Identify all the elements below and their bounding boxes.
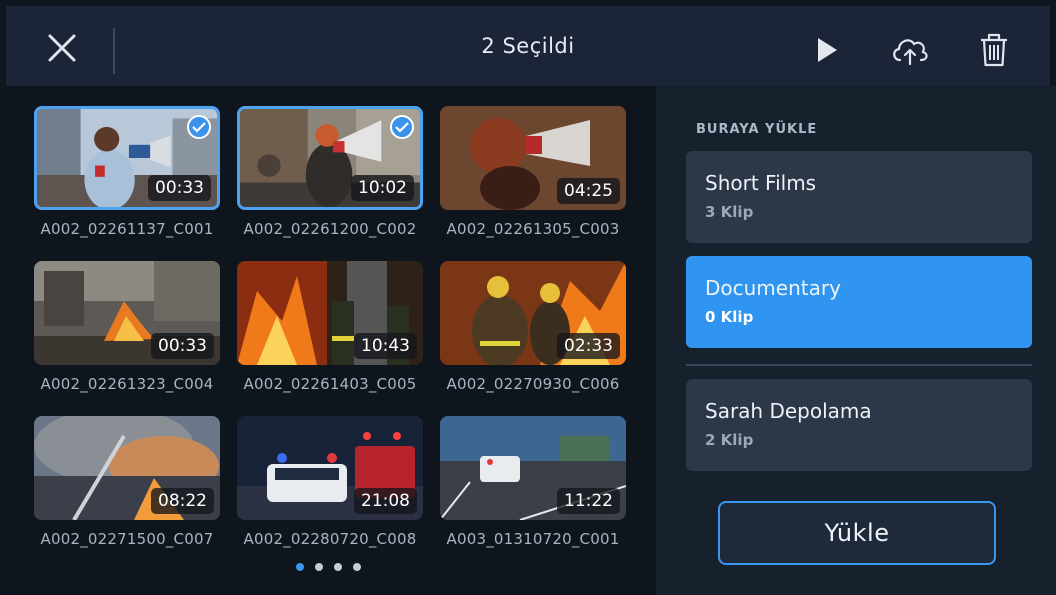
destination-sarah-depolama[interactable]: Sarah Depolama 2 Klip xyxy=(686,379,1032,471)
clip-name: A002_02261305_C003 xyxy=(446,220,620,238)
clip-thumbnail[interactable]: 00:33 xyxy=(34,261,220,365)
clip-name: A002_02261200_C002 xyxy=(243,220,417,238)
selected-check-icon xyxy=(187,115,211,139)
selected-check-icon xyxy=(390,115,414,139)
section-label: BURAYA YÜKLE xyxy=(696,122,818,137)
clip-duration: 02:33 xyxy=(557,333,620,359)
destination-count: 3 Klip xyxy=(705,203,754,221)
clip-duration: 10:43 xyxy=(354,333,417,359)
destination-name: Sarah Depolama xyxy=(705,399,872,423)
clip-thumbnail[interactable]: 08:22 xyxy=(34,416,220,520)
clip-duration: 00:33 xyxy=(148,175,211,201)
clip-name: A002_02261403_C005 xyxy=(243,375,417,393)
trash-icon[interactable] xyxy=(972,28,1016,72)
clip-name: A002_02270930_C006 xyxy=(446,375,620,393)
clip-thumbnail[interactable]: 10:43 xyxy=(237,261,423,365)
destination-documentary[interactable]: Documentary 0 Klip xyxy=(686,256,1032,348)
clip-duration: 10:02 xyxy=(351,175,414,201)
clip-thumbnail[interactable]: 04:25 xyxy=(440,106,626,210)
destination-count: 2 Klip xyxy=(705,431,754,449)
page-indicator xyxy=(296,563,366,571)
cloud-upload-icon[interactable] xyxy=(888,28,932,72)
destination-count: 0 Klip xyxy=(705,308,754,326)
page-dot[interactable] xyxy=(296,563,304,571)
clip-duration: 08:22 xyxy=(151,488,214,514)
destination-short-films[interactable]: Short Films 3 Klip xyxy=(686,151,1032,243)
page-dot[interactable] xyxy=(353,563,361,571)
destination-name: Short Films xyxy=(705,171,817,195)
clip-thumbnail[interactable]: 10:02 xyxy=(237,106,423,210)
clip-name: A002_02261323_C004 xyxy=(40,375,214,393)
clip-duration: 21:08 xyxy=(354,488,417,514)
page-dot[interactable] xyxy=(315,563,323,571)
clip-thumbnail[interactable]: 21:08 xyxy=(237,416,423,520)
play-icon[interactable] xyxy=(804,28,848,72)
clip-name: A002_02271500_C007 xyxy=(40,530,214,548)
clip-thumbnail[interactable]: 00:33 xyxy=(34,106,220,210)
top-bar: 2 Seçildi xyxy=(6,6,1050,86)
clip-thumbnail[interactable]: 02:33 xyxy=(440,261,626,365)
divider xyxy=(686,364,1032,366)
clip-name: A002_02261137_C001 xyxy=(40,220,214,238)
clip-name: A002_02280720_C008 xyxy=(243,530,417,548)
clip-duration: 04:25 xyxy=(557,178,620,204)
page-dot[interactable] xyxy=(334,563,342,571)
destination-name: Documentary xyxy=(705,276,841,300)
clip-thumbnail[interactable]: 11:22 xyxy=(440,416,626,520)
clip-duration: 11:22 xyxy=(557,488,620,514)
clip-name: A003_01310720_C001 xyxy=(446,530,620,548)
upload-button[interactable]: Yükle xyxy=(718,501,996,565)
clip-duration: 00:33 xyxy=(151,333,214,359)
